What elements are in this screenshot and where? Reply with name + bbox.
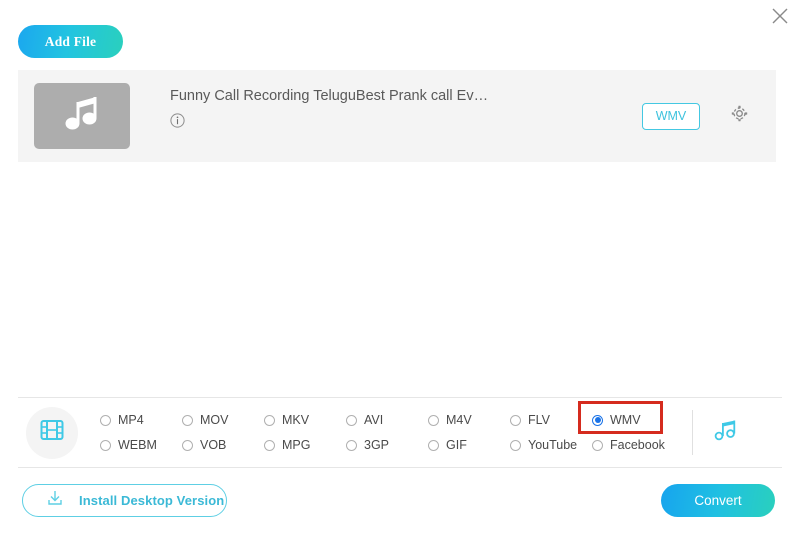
file-name: Funny Call Recording TeluguBest Prank ca… [170,88,642,104]
divider-bottom [18,467,782,468]
convert-label: Convert [694,493,741,508]
format-option-label: MKV [282,413,309,427]
format-option-label: MPG [282,438,310,452]
file-info: Funny Call Recording TeluguBest Prank ca… [170,70,642,128]
download-icon [45,488,65,513]
music-note-icon [60,93,104,140]
radio-icon [100,415,111,426]
radio-icon [510,440,521,451]
format-option-youtube[interactable]: YouTube [510,433,592,458]
format-option-label: MP4 [118,413,144,427]
format-option-label: GIF [446,438,467,452]
format-option-facebook[interactable]: Facebook [592,433,674,458]
radio-icon [428,440,439,451]
radio-icon [346,440,357,451]
format-option-label: MOV [200,413,228,427]
gear-icon [729,103,750,129]
converter-window: Add File Funny Call Recording TeluguBest… [0,0,800,536]
file-thumbnail [34,83,130,149]
format-option-m4v[interactable]: M4V [428,408,510,433]
video-formats-toggle[interactable] [26,407,78,459]
close-icon [770,6,790,26]
format-option-label: 3GP [364,438,389,452]
install-desktop-version-label: Install Desktop Version [79,493,224,508]
info-circle-icon[interactable] [170,113,185,128]
radio-icon [264,440,275,451]
format-radio-grid: MP4 MOV MKV AVI M4V FLV [100,408,782,458]
format-option-mp4[interactable]: MP4 [100,408,182,433]
radio-icon [428,415,439,426]
format-option-3gp[interactable]: 3GP [346,433,428,458]
file-output-format-button[interactable]: WMV [642,103,700,130]
format-option-wmv[interactable]: WMV [592,408,674,433]
format-option-label: VOB [200,438,226,452]
radio-icon-selected [592,415,603,426]
convert-button[interactable]: Convert [661,484,775,517]
format-option-label: FLV [528,413,550,427]
format-option-label: WEBM [118,438,157,452]
radio-icon [182,415,193,426]
file-settings-button[interactable] [728,105,750,127]
film-strip-icon [38,416,66,449]
format-bar-separator [692,410,693,455]
format-option-label: YouTube [528,438,577,452]
format-option-vob[interactable]: VOB [182,433,264,458]
format-option-avi[interactable]: AVI [346,408,428,433]
radio-icon [182,440,193,451]
close-button[interactable] [766,2,794,30]
format-option-mkv[interactable]: MKV [264,408,346,433]
format-option-label: AVI [364,413,383,427]
file-list-item[interactable]: Funny Call Recording TeluguBest Prank ca… [18,70,776,162]
file-output-format-label: WMV [656,109,687,123]
add-file-label: Add File [45,34,96,50]
format-option-mpg[interactable]: MPG [264,433,346,458]
radio-icon [264,415,275,426]
radio-icon [510,415,521,426]
radio-icon [346,415,357,426]
radio-icon [100,440,111,451]
format-option-label: WMV [610,413,641,427]
format-option-label: Facebook [610,438,665,452]
add-file-button[interactable]: Add File [18,25,123,58]
radio-icon [592,440,603,451]
format-selection-bar: MP4 MOV MKV AVI M4V FLV [18,398,782,467]
music-note-icon [712,415,742,450]
format-option-label: M4V [446,413,472,427]
format-option-gif[interactable]: GIF [428,433,510,458]
format-option-mov[interactable]: MOV [182,408,264,433]
format-option-webm[interactable]: WEBM [100,433,182,458]
format-option-flv[interactable]: FLV [510,408,592,433]
audio-formats-toggle[interactable] [710,415,744,449]
install-desktop-version-button[interactable]: Install Desktop Version [22,484,227,517]
